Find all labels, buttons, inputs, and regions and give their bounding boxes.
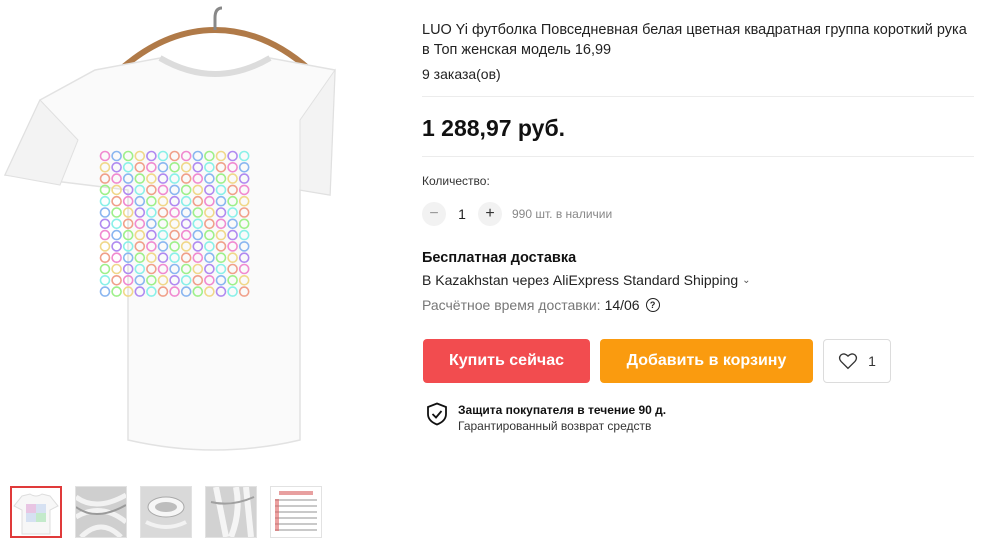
- quantity-value[interactable]: 1: [446, 206, 478, 222]
- tshirt-image: [3, 6, 336, 451]
- delivery-time: Расчётное время доставки: 14/06 ?: [422, 297, 660, 313]
- thumbnail-fabric-detail-2[interactable]: [205, 486, 257, 538]
- product-price: 1 288,97 руб.: [422, 115, 566, 141]
- thumbnail-tshirt-front[interactable]: [10, 486, 62, 538]
- thumbnail-strip: [10, 486, 322, 538]
- divider: [422, 156, 974, 157]
- wishlist-button[interactable]: 1: [823, 339, 891, 383]
- protection-title: Защита покупателя в течение 90 д.: [458, 403, 667, 417]
- delivery-time-label: Расчётное время доставки:: [422, 297, 601, 313]
- buyer-protection: Защита покупателя в течение 90 д. Гарант…: [426, 402, 666, 434]
- heart-icon: [838, 353, 858, 370]
- quantity-stepper: − 1 + 990 шт. в наличии: [422, 202, 612, 226]
- protection-subtitle: Гарантированный возврат средств: [458, 419, 652, 433]
- shipping-title: Бесплатная доставка: [422, 250, 577, 266]
- thumbnail-fabric-detail-1[interactable]: [75, 486, 127, 538]
- buy-now-button[interactable]: Купить сейчас: [423, 339, 590, 383]
- wishlist-count: 1: [868, 353, 876, 369]
- divider: [422, 96, 974, 97]
- thumbnail-size-chart[interactable]: [270, 486, 322, 538]
- quantity-decrease-button[interactable]: −: [422, 202, 446, 226]
- stock-available: 990 шт. в наличии: [512, 207, 613, 221]
- chevron-down-icon: ⌄: [742, 274, 751, 286]
- quantity-label: Количество:: [422, 174, 490, 188]
- quantity-increase-button[interactable]: +: [478, 202, 502, 226]
- thumbnail-collar-detail[interactable]: [140, 486, 192, 538]
- product-title: LUO Yi футболка Повседневная белая цветн…: [422, 22, 967, 58]
- shipping-method-label: В Kazakhstan через AliExpress Standard S…: [422, 272, 739, 288]
- add-to-cart-button[interactable]: Добавить в корзину: [600, 339, 813, 383]
- shield-check-icon: [427, 402, 447, 426]
- orders-count: 9 заказа(ов): [422, 66, 501, 82]
- delivery-date: 14/06: [604, 297, 640, 313]
- help-icon[interactable]: ?: [645, 298, 660, 312]
- main-product-image[interactable]: [0, 0, 385, 470]
- shipping-method-selector[interactable]: В Kazakhstan через AliExpress Standard S…: [422, 272, 751, 288]
